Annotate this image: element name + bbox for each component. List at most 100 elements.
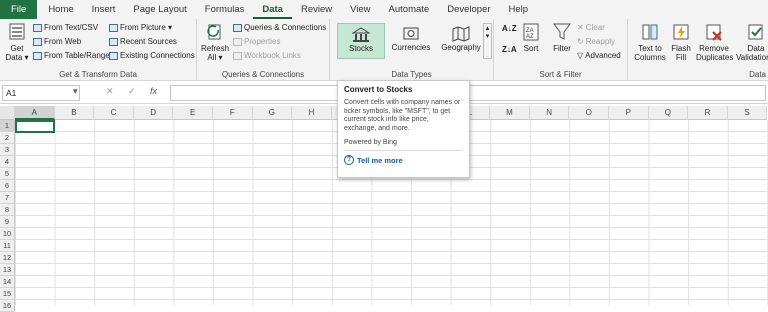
column-header-h[interactable]: H <box>292 106 332 120</box>
row-header-1[interactable]: 1 <box>0 120 15 132</box>
column-header-d[interactable]: D <box>133 106 174 120</box>
remove-duplicates-button[interactable]: Remove Duplicates <box>696 22 733 62</box>
column-header-r[interactable]: R <box>688 106 728 120</box>
row-header-16[interactable]: 16 <box>0 300 15 312</box>
column-header-o[interactable]: O <box>569 106 609 120</box>
tooltip-powered-by: Powered by Bing <box>344 139 463 151</box>
queries-icon <box>233 23 242 32</box>
row-header-12[interactable]: 12 <box>0 252 15 264</box>
text-to-columns-icon <box>642 24 658 40</box>
select-all-corner[interactable] <box>0 106 15 120</box>
enter-icon[interactable]: ✓ <box>128 86 136 97</box>
workbook-links-button[interactable]: Workbook Links <box>233 51 301 60</box>
funnel-icon <box>553 23 571 40</box>
group-queries: Refresh All ▾ Queries & Connections Prope… <box>197 19 330 80</box>
sort-button[interactable]: ZA AZ Sort <box>520 22 542 53</box>
tab-insert[interactable]: Insert <box>83 0 125 19</box>
tab-page-layout[interactable]: Page Layout <box>124 0 195 19</box>
advanced-button[interactable]: ▽ Advanced <box>577 51 621 60</box>
row-header-5[interactable]: 5 <box>0 168 15 180</box>
web-icon <box>33 37 42 46</box>
table-icon <box>33 51 42 60</box>
tab-home[interactable]: Home <box>39 0 82 19</box>
data-types-gallery-scroll[interactable]: ▴ ▾ <box>483 23 492 59</box>
column-header-b[interactable]: B <box>54 106 95 120</box>
recent-icon <box>109 37 118 46</box>
map-icon <box>452 26 470 42</box>
from-text-csv-button[interactable]: From Text/CSV <box>33 23 98 32</box>
insert-function-icon[interactable]: fx <box>150 86 157 96</box>
column-header-m[interactable]: M <box>490 106 530 120</box>
row-header-7[interactable]: 7 <box>0 192 15 204</box>
row-header-8[interactable]: 8 <box>0 204 15 216</box>
group-data-tools: Text to Columns Flash Fill Remove Duplicate… <box>628 19 768 80</box>
name-box[interactable]: A1 <box>2 85 80 101</box>
get-data-button[interactable]: Get Data ▾ <box>4 22 30 62</box>
clear-button[interactable]: ✕ Clear <box>577 23 605 32</box>
recent-sources-button[interactable]: Recent Sources <box>109 37 177 46</box>
column-header-a[interactable]: A <box>15 106 55 120</box>
column-header-q[interactable]: Q <box>648 106 689 120</box>
currencies-button[interactable]: Currencies <box>387 23 435 59</box>
group-label: Get & Transform Data <box>59 70 137 79</box>
reapply-button[interactable]: ↻ Reapply <box>577 37 615 46</box>
row-header-11[interactable]: 11 <box>0 240 15 252</box>
group-label: Sort & Filter <box>539 70 582 79</box>
active-cell-a1[interactable] <box>15 120 55 133</box>
currency-icon <box>403 27 419 40</box>
tab-automate[interactable]: Automate <box>380 0 439 19</box>
column-header-f[interactable]: F <box>213 106 253 120</box>
help-icon: ? <box>344 155 354 165</box>
row-header-15[interactable]: 15 <box>0 288 15 300</box>
cancel-icon[interactable]: ✕ <box>106 86 114 97</box>
remove-duplicates-icon <box>706 24 722 41</box>
existing-connections-button[interactable]: Existing Connections <box>109 51 195 60</box>
column-header-g[interactable]: G <box>252 106 293 120</box>
tab-data[interactable]: Data <box>253 0 292 19</box>
from-picture-button[interactable]: From Picture ▾ <box>109 23 172 32</box>
row-header-2[interactable]: 2 <box>0 132 15 144</box>
sort-za-button[interactable]: Z↓A <box>502 45 517 54</box>
column-header-p[interactable]: P <box>609 106 649 120</box>
sort-icon: ZAAZ <box>523 23 539 41</box>
tab-view[interactable]: View <box>341 0 379 19</box>
row-header-6[interactable]: 6 <box>0 180 15 192</box>
tab-developer[interactable]: Developer <box>438 0 499 19</box>
tab-review[interactable]: Review <box>292 0 341 19</box>
tab-file[interactable]: File <box>0 0 38 19</box>
name-box-dropdown-icon[interactable]: ▾ <box>73 86 78 97</box>
data-validation-icon <box>748 24 763 40</box>
filter-button[interactable]: Filter <box>549 22 575 53</box>
group-label: Queries & Connections <box>221 70 305 79</box>
flash-fill-button[interactable]: Flash Fill <box>670 22 692 62</box>
properties-button[interactable]: Properties <box>233 37 280 46</box>
stocks-button[interactable]: Stocks <box>337 23 385 59</box>
column-header-e[interactable]: E <box>173 106 213 120</box>
column-header-n[interactable]: N <box>529 106 570 120</box>
tab-help[interactable]: Help <box>500 0 538 19</box>
column-header-c[interactable]: C <box>94 106 134 120</box>
row-header-9[interactable]: 9 <box>0 216 15 228</box>
row-header-13[interactable]: 13 <box>0 264 15 276</box>
geography-button[interactable]: Geography <box>437 23 485 59</box>
data-validation-button[interactable]: DataValidation ▾ <box>736 22 768 62</box>
row-header-4[interactable]: 4 <box>0 156 15 168</box>
tooltip-title: Convert to Stocks <box>344 85 413 94</box>
tell-me-more-link[interactable]: ? Tell me more <box>344 155 463 165</box>
from-web-button[interactable]: From Web <box>33 37 81 46</box>
row-header-3[interactable]: 3 <box>0 144 15 156</box>
properties-icon <box>233 37 242 46</box>
row-header-10[interactable]: 10 <box>0 228 15 240</box>
database-icon <box>9 23 25 40</box>
queries-connections-button[interactable]: Queries & Connections <box>233 23 326 32</box>
text-to-columns-button[interactable]: Text to Columns <box>634 22 666 62</box>
from-table-button[interactable]: From Table/Range <box>33 51 110 60</box>
tab-formulas[interactable]: Formulas <box>196 0 254 19</box>
group-label: Data Types <box>391 70 432 79</box>
row-header-14[interactable]: 14 <box>0 276 15 288</box>
sort-az-button[interactable]: A↓Z <box>502 24 517 33</box>
column-header-s[interactable]: S <box>727 106 768 120</box>
group-data-types: Stocks Currencies Geography ▴ ▾ Data Type… <box>330 19 494 80</box>
refresh-all-button[interactable]: Refresh All ▾ <box>201 22 229 62</box>
reapply-icon: ↻ <box>577 37 584 46</box>
